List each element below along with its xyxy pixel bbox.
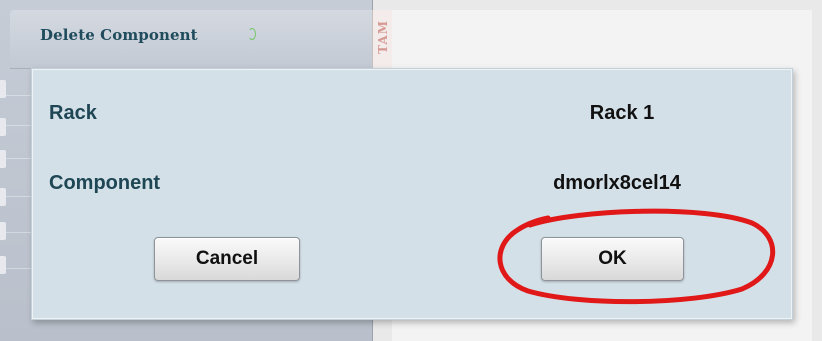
status-indicator-icon <box>248 28 256 40</box>
list-row-handle <box>0 118 6 136</box>
list-row-handle <box>0 80 6 98</box>
component-label: Component <box>49 172 161 194</box>
list-row-handle <box>0 188 6 206</box>
ok-button[interactable]: OK <box>541 237 684 281</box>
panel-title: Delete Component <box>40 26 198 44</box>
vertical-tab-label: TAM <box>376 20 390 54</box>
rack-value: Rack 1 <box>589 102 655 124</box>
list-row-handle <box>0 150 6 168</box>
rack-label: Rack <box>49 102 97 124</box>
delete-component-dialog: Rack Rack 1 Component dmorlx8cel14 Cance… <box>31 68 793 320</box>
component-value: dmorlx8cel14 <box>553 172 681 194</box>
cancel-button[interactable]: Cancel <box>154 237 300 281</box>
list-row-handle <box>0 256 6 274</box>
list-row-handle <box>0 222 6 240</box>
